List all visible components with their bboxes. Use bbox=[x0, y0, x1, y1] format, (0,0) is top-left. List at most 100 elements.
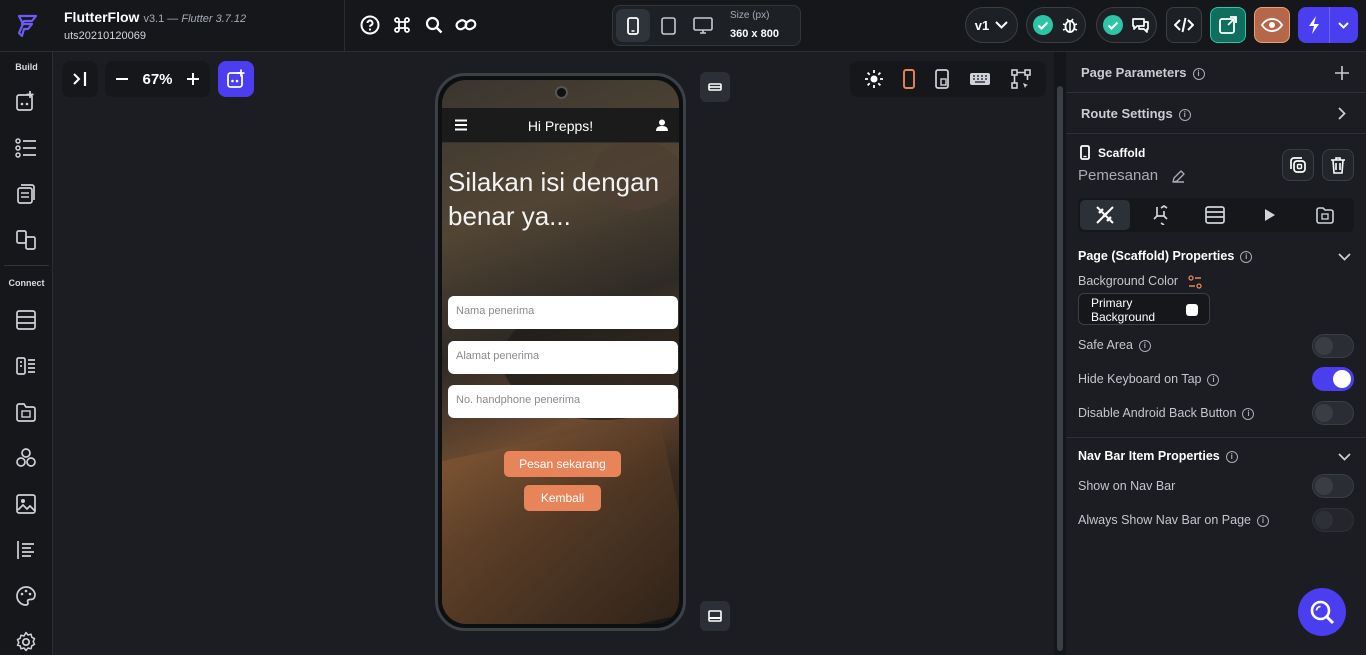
recipient-address-field[interactable]: Alamat penerima bbox=[448, 341, 678, 374]
theme-icon[interactable] bbox=[14, 584, 38, 608]
toggle-navbar-icon[interactable] bbox=[700, 601, 730, 631]
command-icon[interactable] bbox=[391, 14, 413, 36]
tab-actions[interactable] bbox=[1135, 200, 1185, 230]
zoom-in-icon[interactable] bbox=[186, 72, 200, 86]
code-icon[interactable] bbox=[1166, 7, 1202, 43]
tab-animations[interactable] bbox=[1245, 200, 1295, 230]
lightning-icon bbox=[1307, 15, 1321, 35]
components-icon[interactable] bbox=[14, 446, 38, 470]
keyboard-icon[interactable] bbox=[969, 72, 991, 86]
page-name: Pemesanan bbox=[1078, 167, 1159, 184]
info-icon[interactable]: i bbox=[1257, 514, 1270, 527]
color-swatch bbox=[1186, 304, 1198, 316]
edit-pencil-icon[interactable] bbox=[1171, 169, 1186, 184]
api-calls-icon[interactable] bbox=[14, 354, 38, 378]
desktop-device-icon[interactable] bbox=[686, 9, 720, 42]
show-on-navbar-toggle[interactable] bbox=[1312, 474, 1354, 498]
chevron-down-icon[interactable] bbox=[1338, 253, 1351, 261]
mobile-device-icon[interactable] bbox=[616, 9, 650, 42]
info-icon[interactable]: i bbox=[1207, 373, 1220, 386]
page-heading: Silakan isi dengan benar ya... bbox=[448, 167, 660, 231]
always-show-navbar-toggle[interactable] bbox=[1312, 508, 1354, 532]
project-name[interactable]: uts20210120069 bbox=[64, 30, 146, 42]
background-color-value: Primary Background bbox=[1091, 296, 1156, 324]
tab-backend-query[interactable] bbox=[1190, 200, 1240, 230]
chevron-down-icon bbox=[995, 21, 1008, 29]
portrait-phone-icon[interactable] bbox=[903, 69, 916, 89]
toggle-appbar-icon[interactable] bbox=[700, 72, 730, 102]
app-values-icon[interactable] bbox=[14, 538, 38, 562]
widget-tree-icon[interactable] bbox=[14, 136, 38, 160]
light-mode-icon[interactable] bbox=[864, 69, 884, 89]
zoom-level[interactable]: 67% bbox=[142, 71, 172, 88]
help-icon[interactable] bbox=[359, 14, 381, 36]
add-widget-button[interactable] bbox=[218, 61, 254, 97]
order-now-button[interactable]: Pesan sekarang bbox=[504, 451, 621, 477]
collapse-panel-icon[interactable] bbox=[62, 61, 98, 97]
info-icon[interactable]: i bbox=[1240, 250, 1253, 263]
tab-properties[interactable] bbox=[1080, 200, 1130, 230]
run-button[interactable] bbox=[1298, 7, 1358, 43]
recipient-phone-field[interactable]: No. handphone penerima bbox=[448, 385, 678, 418]
info-icon[interactable]: i bbox=[1225, 450, 1238, 463]
info-icon[interactable]: i bbox=[1138, 339, 1151, 352]
database-icon[interactable] bbox=[14, 308, 38, 332]
zoom-out-icon[interactable] bbox=[115, 72, 129, 86]
page-parameters-row[interactable]: Page Parameters i bbox=[1066, 52, 1366, 93]
widget-tree-toggle-icon[interactable] bbox=[1010, 68, 1032, 90]
safe-area-toggle[interactable] bbox=[1312, 334, 1354, 358]
info-icon[interactable]: i bbox=[1178, 108, 1191, 121]
widget-type-label: Scaffold bbox=[1098, 146, 1146, 160]
debug-status-button[interactable] bbox=[1026, 7, 1086, 43]
media-assets-icon[interactable] bbox=[14, 400, 38, 424]
safe-area-icon[interactable] bbox=[935, 69, 949, 89]
link-icon[interactable] bbox=[455, 14, 477, 36]
storyboard-icon[interactable] bbox=[14, 182, 38, 206]
navbar-properties-title: Nav Bar Item Properties i bbox=[1078, 449, 1238, 463]
person-icon[interactable] bbox=[656, 119, 668, 131]
zoom-control: 67% bbox=[105, 61, 210, 97]
bug-icon bbox=[1061, 16, 1079, 34]
add-icon[interactable] bbox=[1334, 65, 1350, 81]
duplicate-icon[interactable] bbox=[1282, 149, 1314, 181]
phone-frame: Hi Prepps! Silakan isi dengan benar ya..… bbox=[435, 73, 686, 631]
size-value[interactable]: 360 x 800 bbox=[730, 28, 779, 40]
back-button[interactable]: Kembali bbox=[524, 485, 601, 511]
camera-punch-hole bbox=[555, 86, 568, 99]
search-icon[interactable] bbox=[423, 14, 445, 36]
version-select[interactable]: v1 bbox=[965, 7, 1018, 43]
page-selector-icon[interactable] bbox=[14, 228, 38, 252]
disable-back-button-toggle[interactable] bbox=[1312, 401, 1354, 425]
canvas-area[interactable]: 67% Hi Prepps! Silakan isi dengan benar … bbox=[53, 52, 1054, 655]
search-help-icon[interactable] bbox=[1298, 588, 1346, 636]
images-icon[interactable] bbox=[14, 492, 38, 516]
check-circle-icon bbox=[1103, 15, 1123, 35]
hide-keyboard-toggle[interactable] bbox=[1312, 367, 1354, 391]
info-icon[interactable]: i bbox=[1192, 67, 1205, 80]
add-widget-icon[interactable] bbox=[14, 89, 38, 113]
app-bar[interactable]: Hi Prepps! bbox=[442, 108, 679, 143]
tab-media[interactable] bbox=[1300, 200, 1350, 230]
comments-status-button[interactable] bbox=[1096, 7, 1157, 43]
size-label: Size (px) bbox=[730, 10, 770, 21]
device-selector: Size (px) 360 x 800 bbox=[612, 5, 801, 46]
info-icon[interactable]: i bbox=[1242, 407, 1255, 420]
background-color-picker[interactable]: Primary Background bbox=[1078, 293, 1210, 325]
delete-trash-icon[interactable] bbox=[1322, 149, 1354, 181]
phone-screen[interactable]: Hi Prepps! Silakan isi dengan benar ya..… bbox=[442, 80, 679, 624]
flutterflow-logo-icon[interactable] bbox=[14, 13, 40, 39]
settings-gear-icon[interactable] bbox=[14, 630, 38, 654]
tablet-device-icon[interactable] bbox=[651, 9, 685, 42]
app-name: FlutterFlow v3.1 — Flutter 3.7.12 bbox=[64, 9, 247, 25]
top-bar: FlutterFlow v3.1 — Flutter 3.7.12 uts2021… bbox=[0, 0, 1366, 52]
chevron-down-icon[interactable] bbox=[1338, 453, 1351, 461]
hide-keyboard-label: Hide Keyboard on Tap i bbox=[1078, 372, 1220, 386]
connect-section-label: Connect bbox=[8, 278, 45, 288]
route-settings-row[interactable]: Route Settings i bbox=[1066, 93, 1366, 134]
color-variable-icon[interactable] bbox=[1187, 275, 1202, 289]
chevron-right-icon[interactable] bbox=[1338, 107, 1346, 120]
recipient-name-field[interactable]: Nama penerima bbox=[448, 296, 678, 329]
preview-eye-icon[interactable] bbox=[1254, 7, 1290, 43]
canvas-scrollbar[interactable] bbox=[1054, 52, 1066, 655]
share-icon[interactable] bbox=[1210, 7, 1246, 43]
